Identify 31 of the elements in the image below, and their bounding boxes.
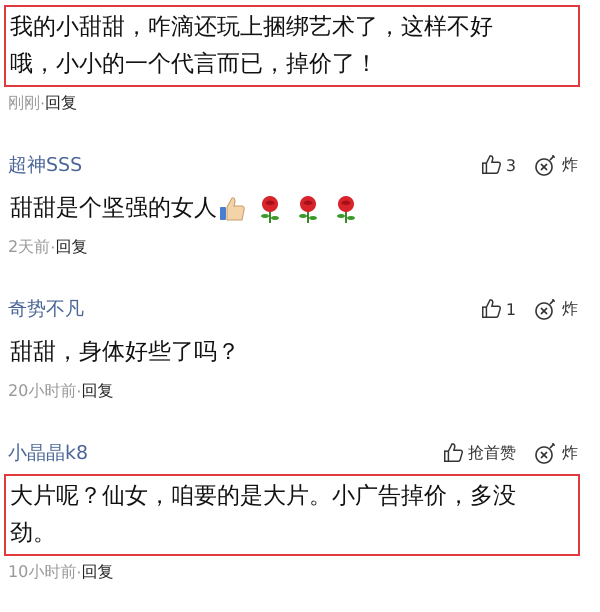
thumbs-up-icon <box>442 442 464 464</box>
bomb-button[interactable]: 炸 <box>534 297 578 321</box>
like-button[interactable]: 3 <box>480 154 516 176</box>
timestamp: 10小时前 <box>8 562 76 583</box>
username[interactable]: 小晶晶k8 <box>8 440 88 466</box>
bomb-icon <box>534 153 558 177</box>
reply-link[interactable]: 回复 <box>55 237 88 258</box>
timestamp: 20小时前 <box>8 381 76 402</box>
bomb-icon <box>534 441 558 465</box>
like-button[interactable]: 1 <box>480 298 516 320</box>
timestamp: 刚刚 <box>8 93 40 114</box>
username[interactable]: 超神SSS <box>8 152 82 178</box>
comment-text: 甜甜，身体好些了吗？ <box>10 338 240 367</box>
comment-text: 大片呢？仙女，咱要的是大片。小广告掉价，多没劲。 <box>10 482 517 548</box>
thumbs-up-icon <box>480 154 502 176</box>
separator-dot: · <box>50 238 56 257</box>
comment-text: 甜甜是个坚强的女人 <box>10 194 217 223</box>
reply-link[interactable]: 回复 <box>81 562 114 583</box>
username[interactable]: 奇势不凡 <box>8 296 84 322</box>
reply-link[interactable]: 回复 <box>81 381 114 402</box>
timestamp: 2天前 <box>8 237 50 258</box>
thumbs-up-icon <box>480 298 502 320</box>
separator-dot: · <box>76 563 82 582</box>
like-button[interactable]: 抢首赞 <box>442 442 516 464</box>
bomb-icon <box>534 297 558 321</box>
bomb-button[interactable]: 炸 <box>534 441 578 465</box>
bomb-button[interactable]: 炸 <box>534 153 578 177</box>
comment-text: 我的小甜甜，咋滴还玩上捆绑艺术了，这样不好哦，小小的一个代言而已，掉价了！ <box>10 13 494 79</box>
separator-dot: · <box>40 94 46 113</box>
separator-dot: · <box>76 382 82 401</box>
reply-link[interactable]: 回复 <box>45 93 78 114</box>
